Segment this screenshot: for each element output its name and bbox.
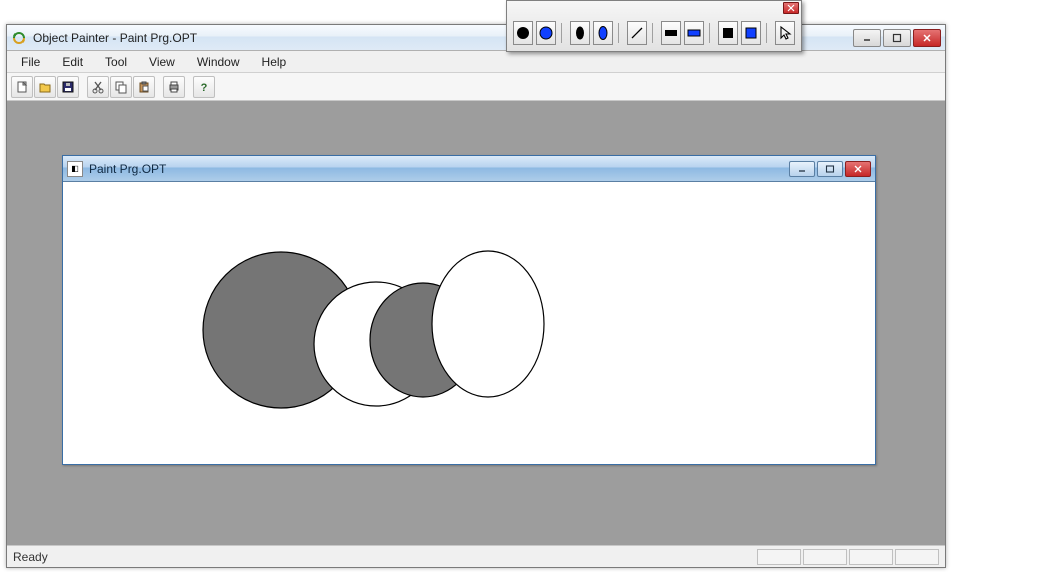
open-button[interactable] xyxy=(34,76,56,98)
status-cell-3 xyxy=(849,549,893,565)
status-text: Ready xyxy=(13,550,755,564)
menu-edit[interactable]: Edit xyxy=(52,53,93,71)
palette-body xyxy=(507,15,801,51)
status-cell-1 xyxy=(757,549,801,565)
cut-button[interactable] xyxy=(87,76,109,98)
document-icon: ◧ xyxy=(67,161,83,177)
status-cell-4 xyxy=(895,549,939,565)
titlebar[interactable]: Object Painter - Paint Prg.OPT xyxy=(7,25,945,51)
menu-help[interactable]: Help xyxy=(252,53,297,71)
paste-icon xyxy=(137,80,151,94)
filled-square-blue-icon xyxy=(742,24,760,42)
pointer-icon xyxy=(776,24,794,42)
window-controls xyxy=(851,29,941,47)
filled-circle-blue-icon xyxy=(537,24,555,42)
tool-line[interactable] xyxy=(627,21,647,45)
tool-rect-black-wide[interactable] xyxy=(661,21,681,45)
close-icon xyxy=(787,4,795,12)
help-icon: ? xyxy=(197,80,211,94)
save-button[interactable] xyxy=(57,76,79,98)
doc-close-button[interactable] xyxy=(845,161,871,177)
maximize-button[interactable] xyxy=(883,29,911,47)
palette-close-button[interactable] xyxy=(783,2,799,14)
status-cell-2 xyxy=(803,549,847,565)
filled-rect-black-icon xyxy=(662,24,680,42)
tool-filled-circle-black[interactable] xyxy=(513,21,533,45)
document-canvas[interactable] xyxy=(63,182,875,464)
copy-button[interactable] xyxy=(110,76,132,98)
minimize-button[interactable] xyxy=(853,29,881,47)
app-window: Object Painter - Paint Prg.OPT File Edit… xyxy=(6,24,946,568)
filled-circle-black-icon xyxy=(514,24,532,42)
tool-filled-ellipse-black[interactable] xyxy=(570,21,590,45)
menu-tool[interactable]: Tool xyxy=(95,53,137,71)
filled-square-black-icon xyxy=(719,24,737,42)
palette-separator xyxy=(561,23,565,43)
doc-minimize-button[interactable] xyxy=(789,161,815,177)
save-disk-icon xyxy=(61,80,75,94)
palette-separator xyxy=(652,23,656,43)
copy-icon xyxy=(114,80,128,94)
tool-square-black[interactable] xyxy=(718,21,738,45)
svg-text:?: ? xyxy=(201,82,208,94)
menubar: File Edit Tool View Window Help xyxy=(7,51,945,73)
palette-separator xyxy=(709,23,713,43)
help-button[interactable]: ? xyxy=(193,76,215,98)
tool-palette[interactable] xyxy=(506,0,802,52)
palette-separator xyxy=(618,23,622,43)
filled-ellipse-black-icon xyxy=(571,24,589,42)
cut-icon xyxy=(91,80,105,94)
filled-rect-blue-icon xyxy=(685,24,703,42)
tool-pointer[interactable] xyxy=(775,21,795,45)
doc-maximize-button[interactable] xyxy=(817,161,843,177)
document-window[interactable]: ◧ Paint Prg.OPT xyxy=(62,155,876,465)
statusbar: Ready xyxy=(7,545,945,567)
close-button[interactable] xyxy=(913,29,941,47)
menu-file[interactable]: File xyxy=(11,53,50,71)
canvas-drawing xyxy=(63,182,875,464)
new-file-icon xyxy=(15,80,29,94)
menu-view[interactable]: View xyxy=(139,53,185,71)
workspace: ◧ Paint Prg.OPT xyxy=(7,101,945,545)
print-button[interactable] xyxy=(163,76,185,98)
document-title: Paint Prg.OPT xyxy=(89,162,787,176)
menu-window[interactable]: Window xyxy=(187,53,250,71)
new-button[interactable] xyxy=(11,76,33,98)
print-icon xyxy=(167,80,181,94)
tool-rect-blue-wide[interactable] xyxy=(684,21,704,45)
paste-button[interactable] xyxy=(133,76,155,98)
filled-ellipse-blue-icon xyxy=(594,24,612,42)
main-toolbar: ? xyxy=(7,73,945,101)
tool-filled-ellipse-blue[interactable] xyxy=(593,21,613,45)
tool-filled-circle-blue[interactable] xyxy=(536,21,556,45)
palette-header[interactable] xyxy=(507,1,801,15)
document-titlebar[interactable]: ◧ Paint Prg.OPT xyxy=(63,156,875,182)
app-icon xyxy=(11,30,27,46)
tool-square-blue[interactable] xyxy=(741,21,761,45)
palette-separator xyxy=(766,23,770,43)
open-folder-icon xyxy=(38,80,52,94)
line-tool-icon xyxy=(628,24,646,42)
